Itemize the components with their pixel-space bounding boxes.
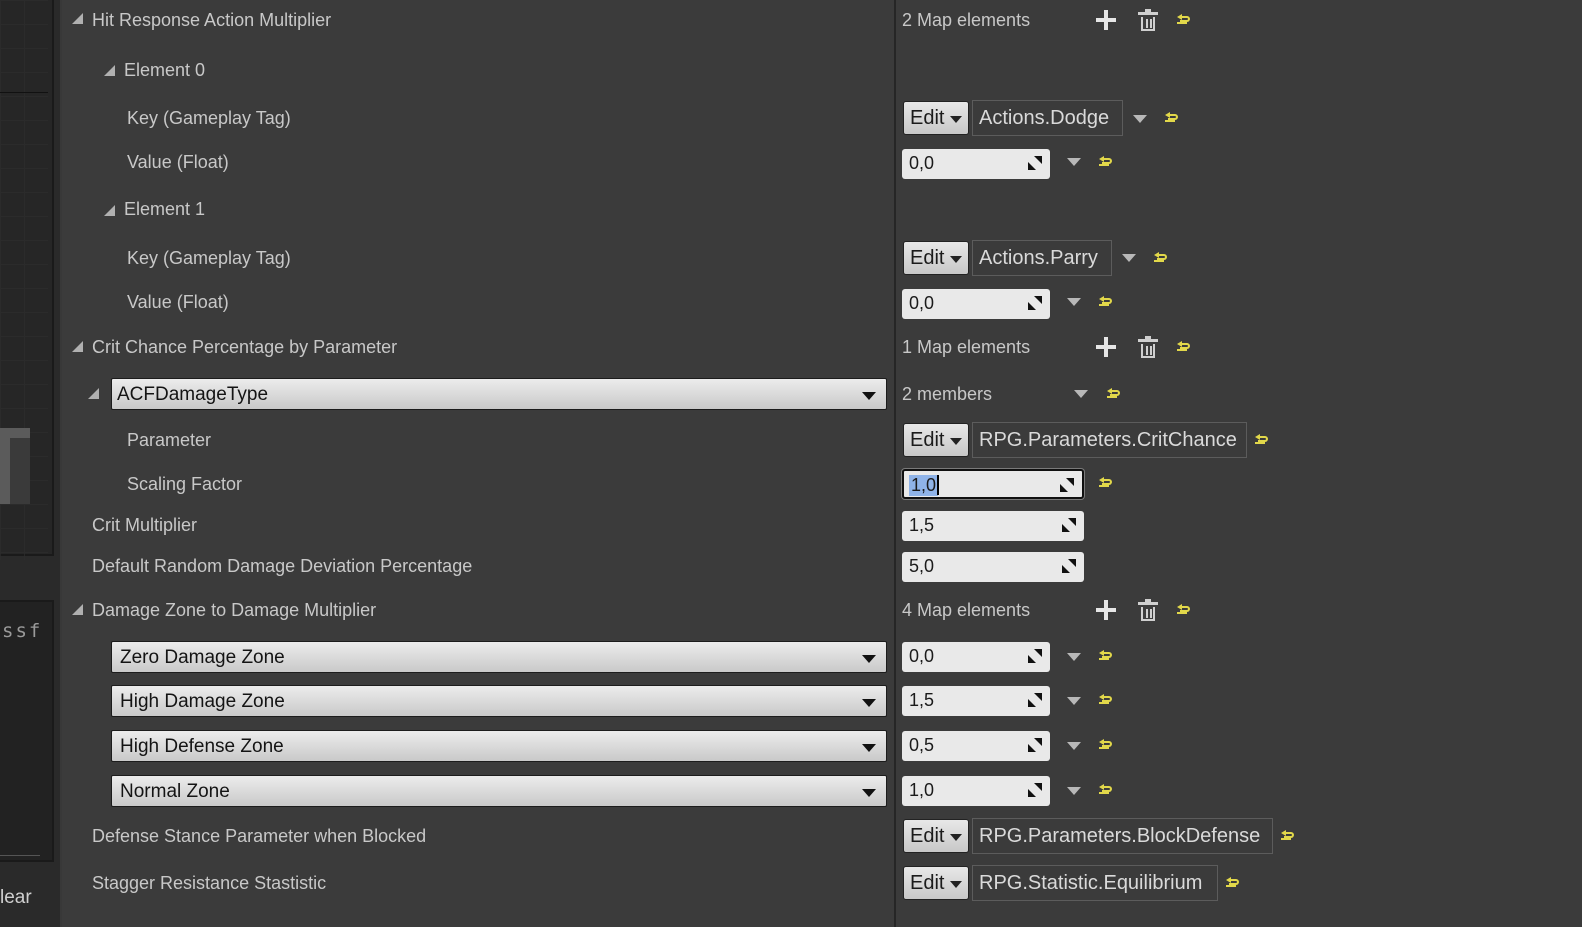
reset-to-default-icon[interactable] [1177,604,1191,616]
reset-to-default-icon[interactable] [1255,434,1269,446]
zone-combo[interactable]: Normal Zone [111,775,887,807]
graph-node-body [10,438,30,504]
stagger-label: Stagger Resistance Stastistic [92,873,327,893]
reset-to-default-icon[interactable] [1099,650,1113,662]
value-label: Value (Float) [127,292,229,312]
collapse-arrow-icon[interactable] [88,388,99,399]
collapse-arrow-icon[interactable] [72,604,83,615]
chevron-down-icon[interactable] [1067,742,1081,750]
crit-multiplier-label: Crit Multiplier [92,515,198,535]
gameplay-tag-field[interactable]: RPG.Parameters.BlockDefense [972,818,1273,854]
float-field[interactable]: 0,0 [902,642,1050,672]
delete-all-icon[interactable] [1138,599,1158,621]
float-field[interactable]: 1,0 [902,776,1050,806]
scaling-factor-label: Scaling Factor [127,474,243,494]
key-label: Key (Gameplay Tag) [127,108,291,128]
reset-to-default-icon[interactable] [1177,341,1191,353]
deviation-label: Default Random Damage Deviation Percenta… [92,556,473,576]
collapse-arrow-icon[interactable] [104,205,115,216]
log-separator [0,855,40,856]
float-field[interactable]: 0,0 [902,289,1050,319]
chevron-down-icon[interactable] [1067,653,1081,661]
edit-tag-button[interactable]: Edit [903,423,969,457]
members-count: 2 members [902,384,993,404]
chevron-down-icon[interactable] [1133,115,1147,123]
add-element-icon[interactable] [1096,337,1116,357]
chevron-down-icon[interactable] [1067,298,1081,306]
deviation-field[interactable]: 5,0 [902,552,1084,582]
log-text: ssf [2,620,43,642]
reset-to-default-icon[interactable] [1099,694,1113,706]
gameplay-tag-field[interactable]: RPG.Statistic.Equilibrium [972,865,1218,901]
reset-to-default-icon[interactable] [1099,477,1113,489]
zone-combo[interactable]: Zero Damage Zone [111,641,887,673]
edit-tag-button[interactable]: Edit [903,866,969,900]
collapse-arrow-icon[interactable] [104,65,115,76]
graph-divider [0,92,48,93]
damage-zone-label: Damage Zone to Damage Multiplier [92,600,377,620]
float-field[interactable]: 0,5 [902,731,1050,761]
add-element-icon[interactable] [1096,10,1116,30]
edit-tag-button[interactable]: Edit [903,241,969,275]
defense-stance-label: Defense Stance Parameter when Blocked [92,826,427,846]
scaling-factor-field[interactable]: 1,0 [902,469,1084,499]
crit-multiplier-field[interactable]: 1,5 [902,511,1084,541]
add-element-icon[interactable] [1096,600,1116,620]
float-field[interactable]: 0,0 [902,149,1050,179]
column-splitter[interactable] [894,0,896,927]
element-0-label: Element 0 [124,60,206,80]
chevron-down-icon[interactable] [1067,158,1081,166]
collapse-arrow-icon[interactable] [72,341,83,352]
reset-to-default-icon[interactable] [1099,739,1113,751]
chevron-down-icon[interactable] [1067,787,1081,795]
reset-to-default-icon[interactable] [1281,830,1295,842]
hit-response-count: 2 Map elements [902,10,1031,30]
reset-to-default-icon[interactable] [1099,784,1113,796]
clear-button[interactable]: lear [0,887,32,909]
hit-response-label: Hit Response Action Multiplier [92,10,332,30]
reset-to-default-icon[interactable] [1177,14,1191,26]
key-label: Key (Gameplay Tag) [127,248,291,268]
chevron-down-icon[interactable] [1122,254,1136,262]
value-label: Value (Float) [127,152,229,172]
chevron-down-icon[interactable] [1074,390,1088,398]
chevron-down-icon[interactable] [1067,697,1081,705]
gameplay-tag-field[interactable]: RPG.Parameters.CritChance [972,422,1247,458]
gameplay-tag-field[interactable]: Actions.Parry [972,240,1112,276]
delete-all-icon[interactable] [1138,9,1158,31]
edit-tag-button[interactable]: Edit [903,819,969,853]
reset-to-default-icon[interactable] [1165,112,1179,124]
delete-all-icon[interactable] [1138,336,1158,358]
float-field[interactable]: 1,5 [902,686,1050,716]
reset-to-default-icon[interactable] [1226,877,1240,889]
left-panel: ssf lear [0,0,60,927]
reset-to-default-icon[interactable] [1099,296,1113,308]
damage-zone-count: 4 Map elements [902,600,1031,620]
reset-to-default-icon[interactable] [1107,388,1121,400]
zone-combo[interactable]: High Damage Zone [111,685,887,717]
crit-chance-count: 1 Map elements [902,337,1031,357]
reset-to-default-icon[interactable] [1154,252,1168,264]
collapse-arrow-icon[interactable] [72,13,83,24]
element-1-label: Element 1 [124,199,206,219]
damage-type-combo[interactable]: ACFDamageType [111,378,887,410]
reset-to-default-icon[interactable] [1099,156,1113,168]
parameter-label: Parameter [127,430,212,450]
crit-chance-label: Crit Chance Percentage by Parameter [92,337,398,357]
edit-tag-button[interactable]: Edit [903,101,969,135]
zone-combo[interactable]: High Defense Zone [111,730,887,762]
gameplay-tag-field[interactable]: Actions.Dodge [972,100,1123,136]
